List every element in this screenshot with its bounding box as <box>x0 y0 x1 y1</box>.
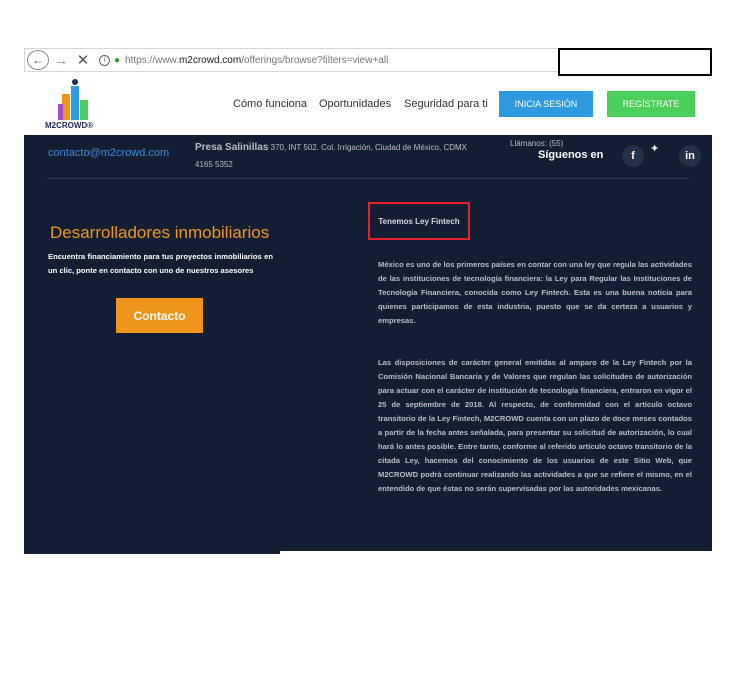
divider <box>46 178 690 179</box>
stop-button[interactable]: ✕ <box>75 50 91 70</box>
developers-title: Desarrolladores inmobiliarios <box>50 223 270 242</box>
fintech-paragraph-2: Las disposiciones de carácter general em… <box>378 358 692 493</box>
twitter-icon[interactable]: ✦ <box>650 142 659 155</box>
nav-como-funciona[interactable]: Cómo funciona <box>233 98 307 110</box>
fintech-paragraph-1: México es uno de los primeros países en … <box>378 260 692 325</box>
back-button[interactable]: ← <box>27 50 49 70</box>
login-button[interactable]: INICIA SESIÓN <box>499 91 593 117</box>
address-bar[interactable]: i ● https://www. m2crowd.com/offerings/br… <box>99 51 559 69</box>
contact-button[interactable]: Contacto <box>116 298 203 333</box>
linkedin-icon[interactable]: in <box>679 145 701 167</box>
info-icon[interactable]: i <box>99 54 110 66</box>
address-street: Presa Salinillas <box>195 142 269 153</box>
nav-seguridad[interactable]: Seguridad para ti <box>404 98 488 110</box>
url-host: m2crowd.com <box>178 54 242 66</box>
browser-toolbar: ← → ✕ i ● https://www. m2crowd.com/offeri… <box>24 48 712 76</box>
search-box[interactable] <box>558 48 712 76</box>
phone: Llámanos: (55) <box>510 139 564 148</box>
section-edge <box>280 551 712 554</box>
logo-text: M2CROWD® <box>45 121 94 130</box>
fintech-heading: Tenemos Ley Fintech <box>368 202 470 240</box>
address-rest: 370, INT 502. Col. Irrigación, Ciudad de… <box>268 143 467 152</box>
follow-label: Síguenos en <box>538 149 604 161</box>
nav-oportunidades[interactable]: Oportunidades <box>319 98 391 110</box>
lock-icon: ● <box>114 54 121 66</box>
address-line2: 4165 5352 <box>195 160 233 169</box>
contact-email-link[interactable]: contacto@m2crowd.com <box>48 147 169 159</box>
site-header: M2CROWD® Cómo funciona Oportunidades Seg… <box>24 78 712 134</box>
url-path: /offerings/browse?filters=view+all <box>241 54 389 66</box>
address: Presa Salinillas 370, INT 502. Col. Irri… <box>195 139 495 173</box>
fintech-section: contacto@m2crowd.com Presa Salinillas 37… <box>24 135 712 554</box>
facebook-icon[interactable]: f <box>622 145 644 167</box>
register-button[interactable]: REGÍSTRATE <box>607 91 695 117</box>
url-prefix: https://www. <box>125 54 179 66</box>
developers-description: Encuentra financiamiento para tus proyec… <box>48 252 273 275</box>
forward-button[interactable]: → <box>53 50 69 70</box>
